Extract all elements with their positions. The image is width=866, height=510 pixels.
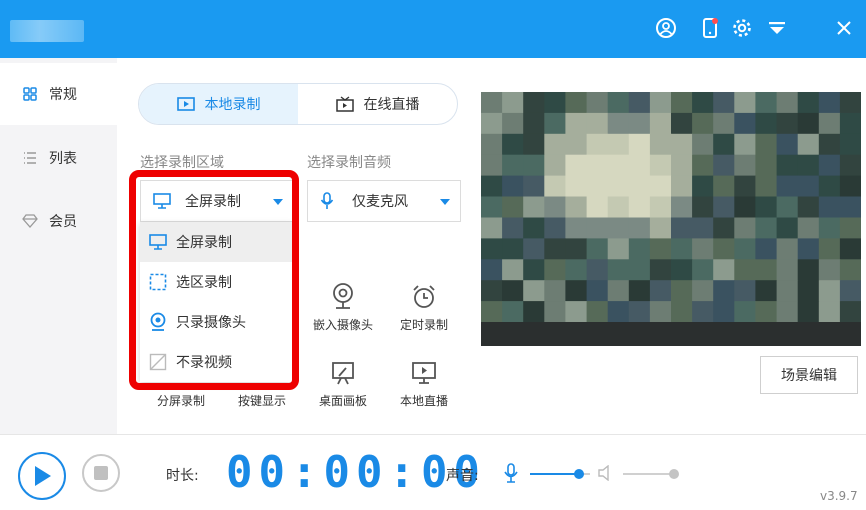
tool-label: 本地直播	[399, 394, 448, 408]
tv-icon	[335, 96, 354, 112]
diamond-icon	[22, 213, 38, 229]
timed-record-tool[interactable]: 定时录制	[388, 280, 460, 333]
alarm-clock-icon	[413, 285, 435, 308]
microphone-icon[interactable]	[503, 463, 519, 487]
local-live-tool[interactable]: 本地直播	[388, 356, 460, 409]
tool-label: 分屏录制	[156, 394, 205, 408]
sound-label: 声音:	[446, 468, 479, 484]
title-bar	[0, 0, 866, 58]
sidebar: 常规 列表 会员	[0, 58, 118, 434]
desktop-board-tool[interactable]: 桌面画板	[307, 356, 379, 409]
close-icon[interactable]	[832, 16, 856, 40]
scene-edit-button[interactable]: 场景编辑	[760, 356, 858, 394]
preview-image	[481, 92, 861, 346]
tool-label: 按键显示	[237, 394, 286, 408]
version-label: v3.9.7	[820, 489, 858, 503]
option-label: 选区录制	[176, 275, 232, 291]
monitor-icon	[153, 193, 171, 209]
stop-icon	[94, 466, 108, 480]
audio-section-label: 选择录制音频	[307, 155, 391, 171]
option-region[interactable]: 选区录制	[140, 262, 292, 302]
mic-volume-knob[interactable]	[574, 469, 585, 479]
sidebar-item-general[interactable]: 常规	[0, 63, 118, 125]
monitor-play-icon	[412, 362, 436, 384]
tab-label: 本地录制	[204, 97, 261, 113]
record-area-select[interactable]: 全屏录制	[140, 180, 294, 222]
gear-icon[interactable]	[730, 16, 754, 40]
option-label: 只录摄像头	[176, 315, 246, 331]
speaker-volume-track	[623, 473, 675, 475]
list-icon	[22, 150, 38, 166]
scene-edit-label: 场景编辑	[781, 368, 837, 384]
speaker-icon[interactable]	[597, 464, 613, 485]
stop-button[interactable]	[82, 454, 120, 492]
record-audio-select[interactable]: 仅麦克风	[307, 180, 461, 222]
tool-label: 桌面画板	[318, 394, 367, 408]
record-area-value: 全屏录制	[185, 194, 241, 210]
app-logo	[10, 20, 84, 42]
tab-label: 在线直播	[363, 97, 420, 113]
duration-label: 时长:	[166, 468, 199, 484]
tab-local-record[interactable]: 本地录制	[139, 84, 298, 124]
microphone-icon	[320, 192, 334, 209]
option-camera-only[interactable]: 只录摄像头	[140, 302, 292, 342]
video-record-icon	[176, 97, 195, 111]
play-icon	[35, 466, 51, 486]
menu-dropdown-icon[interactable]	[765, 16, 789, 40]
screen-preview	[481, 92, 861, 346]
tool-label: 定时录制	[399, 318, 448, 332]
record-audio-value: 仅麦克风	[352, 194, 408, 210]
option-fullscreen[interactable]: 全屏录制	[140, 222, 292, 262]
embed-camera-tool[interactable]: 嵌入摄像头	[307, 280, 379, 333]
mic-volume-fill	[530, 473, 580, 475]
easel-icon	[332, 362, 354, 385]
tool-label: 嵌入摄像头	[312, 318, 373, 332]
monitor-icon	[148, 232, 168, 252]
chevron-down-icon	[273, 199, 283, 205]
sidebar-item-label: 会员	[49, 214, 77, 230]
phone-icon[interactable]	[698, 16, 722, 40]
sidebar-item-label: 列表	[49, 151, 77, 167]
grid-icon	[22, 86, 38, 102]
tab-online-live[interactable]: 在线直播	[298, 84, 457, 124]
option-label: 全屏录制	[176, 235, 232, 251]
record-area-dropdown: 全屏录制 选区录制 只录摄像头 不录视频	[140, 222, 292, 382]
sidebar-item-label: 常规	[49, 87, 77, 103]
play-button[interactable]	[18, 452, 66, 500]
mode-tabs: 本地录制 在线直播	[138, 83, 458, 125]
option-no-video[interactable]: 不录视频	[140, 342, 292, 382]
no-video-icon	[148, 352, 168, 372]
area-section-label: 选择录制区域	[140, 155, 224, 171]
webcam-icon	[148, 312, 168, 332]
chevron-down-icon	[440, 199, 450, 205]
sidebar-item-member[interactable]: 会员	[0, 190, 117, 252]
option-label: 不录视频	[176, 355, 232, 371]
user-icon[interactable]	[654, 16, 678, 40]
webcam-icon	[333, 283, 353, 309]
region-select-icon	[148, 272, 168, 292]
sidebar-item-list[interactable]: 列表	[0, 127, 117, 189]
bottom-bar: 时长: 00:00:00 声音: v3.9.7	[0, 434, 866, 510]
speaker-volume-knob[interactable]	[669, 469, 679, 479]
